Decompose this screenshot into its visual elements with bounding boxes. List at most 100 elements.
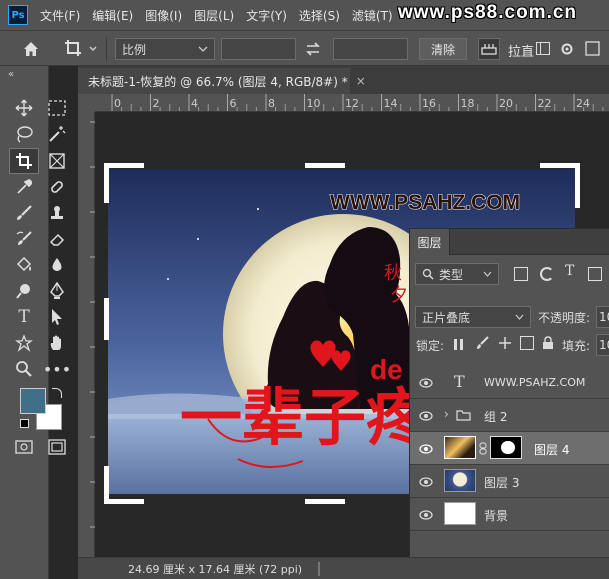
visibility-eye-icon[interactable] bbox=[419, 477, 433, 487]
clear-button[interactable]: 清除 bbox=[419, 38, 467, 60]
layer-name[interactable]: 背景 bbox=[484, 507, 508, 524]
width-field[interactable] bbox=[221, 38, 296, 60]
swap-icon[interactable] bbox=[303, 40, 323, 58]
healing-brush-icon[interactable] bbox=[46, 176, 68, 198]
menu-edit[interactable]: 编辑(E) bbox=[86, 7, 139, 24]
link-icon[interactable] bbox=[479, 442, 487, 455]
delete-cropped-checkbox[interactable] bbox=[582, 39, 604, 59]
move-tool-icon[interactable] bbox=[13, 97, 35, 119]
hand-tool-icon[interactable] bbox=[46, 332, 68, 354]
height-field[interactable] bbox=[333, 38, 408, 60]
clone-stamp-icon[interactable] bbox=[46, 202, 68, 224]
zoom-tool-icon[interactable] bbox=[13, 358, 35, 380]
lock-all-icon[interactable] bbox=[542, 336, 554, 350]
expand-group-icon[interactable]: › bbox=[444, 407, 449, 421]
eyedropper-tool-icon[interactable] bbox=[13, 176, 35, 198]
artwork-title-text: 一辈子疼 bbox=[180, 381, 429, 454]
layer-row-group[interactable]: › 组 2 bbox=[410, 399, 609, 432]
ruler-label: 0 bbox=[114, 97, 121, 110]
layer-thumbnail[interactable] bbox=[444, 436, 476, 459]
collapse-panel-icon[interactable]: « bbox=[8, 69, 14, 80]
edit-toolbar-icon[interactable] bbox=[13, 436, 35, 458]
home-icon[interactable] bbox=[20, 38, 42, 60]
marquee-tool-icon[interactable] bbox=[46, 97, 68, 119]
history-brush-icon[interactable] bbox=[13, 228, 35, 250]
layer-name[interactable]: 组 2 bbox=[484, 408, 507, 425]
layer-row-selected[interactable]: 图层 4 bbox=[410, 432, 609, 465]
close-tab-icon[interactable]: × bbox=[356, 74, 366, 88]
type-tool-icon[interactable]: T bbox=[13, 306, 35, 328]
dodge-tool-icon[interactable] bbox=[13, 280, 35, 302]
visibility-eye-icon[interactable] bbox=[419, 444, 433, 454]
crop-tool-icon[interactable] bbox=[9, 148, 39, 174]
fill-field[interactable]: 10 bbox=[596, 334, 609, 356]
menu-filter[interactable]: 滤镜(T) bbox=[346, 7, 399, 24]
menu-select[interactable]: 选择(S) bbox=[293, 7, 346, 24]
layer-thumbnail[interactable] bbox=[444, 469, 476, 492]
shape-tool-icon[interactable] bbox=[13, 332, 35, 354]
crop-handle-left-middle[interactable] bbox=[104, 298, 109, 340]
status-bar: 24.69 厘米 x 17.64 厘米 (72 ppi) bbox=[78, 557, 609, 579]
more-tools-icon[interactable]: ••• bbox=[43, 358, 71, 380]
lock-image-icon[interactable] bbox=[476, 336, 490, 350]
lock-transparent-icon[interactable] bbox=[454, 339, 465, 350]
visibility-eye-icon[interactable] bbox=[419, 378, 433, 388]
paint-bucket-icon[interactable] bbox=[13, 254, 35, 276]
crop-tool-preset-icon[interactable] bbox=[62, 37, 100, 61]
filter-pixel-icon[interactable] bbox=[514, 267, 528, 281]
menu-type[interactable]: 文字(Y) bbox=[240, 7, 293, 24]
horizontal-ruler: 0 2 4 6 8 10 12 14 16 18 20 22 24 bbox=[95, 94, 609, 112]
crop-handle-bottom-middle[interactable] bbox=[305, 499, 345, 504]
frame-tool-icon[interactable] bbox=[46, 150, 68, 172]
lasso-tool-icon[interactable] bbox=[13, 123, 35, 145]
folder-icon bbox=[456, 410, 471, 421]
crop-handle-top-right[interactable] bbox=[540, 163, 580, 168]
layer-filter-select[interactable]: 类型 bbox=[415, 263, 499, 285]
vertical-poem-text: 秋 bbox=[384, 263, 402, 284]
brush-tool-icon[interactable] bbox=[13, 202, 35, 224]
menu-file[interactable]: 文件(F) bbox=[34, 7, 86, 24]
lock-position-icon[interactable] bbox=[498, 336, 512, 350]
layers-panel-tab[interactable]: 图层 bbox=[410, 229, 450, 255]
layer-name[interactable]: 图层 4 bbox=[534, 441, 569, 458]
filter-type-icon[interactable]: T bbox=[565, 263, 574, 279]
blur-tool-icon[interactable] bbox=[46, 254, 68, 276]
layer-name[interactable]: 图层 3 bbox=[484, 474, 519, 491]
menu-layer[interactable]: 图层(L) bbox=[188, 7, 240, 24]
chevron-down-icon bbox=[198, 46, 208, 52]
magic-wand-icon[interactable] bbox=[46, 123, 68, 145]
screen-mode-icon[interactable] bbox=[46, 436, 68, 458]
straighten-icon[interactable] bbox=[478, 38, 500, 60]
crop-handle-top-middle[interactable] bbox=[305, 163, 345, 168]
filter-adjustment-icon[interactable] bbox=[540, 267, 554, 281]
chevron-down-icon bbox=[515, 314, 524, 320]
crop-handle-bottom-left[interactable] bbox=[104, 499, 144, 504]
document-tab[interactable]: 未标题-1-恢复的 @ 66.7% (图层 4, RGB/8#) * × bbox=[78, 68, 366, 94]
crop-handle-top-left[interactable] bbox=[104, 163, 144, 168]
pen-tool-icon[interactable] bbox=[46, 280, 68, 302]
lock-artboard-icon[interactable] bbox=[520, 336, 534, 350]
opacity-field[interactable]: 10 bbox=[596, 306, 609, 328]
layer-row-background[interactable]: 背景 bbox=[410, 498, 609, 531]
foreground-color-swatch[interactable] bbox=[20, 388, 46, 414]
settings-gear-icon[interactable] bbox=[558, 39, 576, 59]
blend-mode-select[interactable]: 正片叠底 bbox=[415, 306, 531, 328]
crop-handle-top-right-v[interactable] bbox=[575, 163, 580, 208]
layer-mask-thumbnail[interactable] bbox=[490, 436, 522, 459]
visibility-eye-icon[interactable] bbox=[419, 510, 433, 520]
layer-thumbnail[interactable] bbox=[444, 502, 476, 525]
default-colors-icon[interactable] bbox=[20, 419, 29, 428]
path-selection-icon[interactable] bbox=[46, 306, 68, 328]
menu-image[interactable]: 图像(I) bbox=[139, 7, 188, 24]
layer-name[interactable]: WWW.PSAHZ.COM bbox=[484, 376, 585, 389]
crop-handle-top-left-v[interactable] bbox=[104, 163, 109, 203]
grid-overlay-icon[interactable] bbox=[536, 42, 550, 55]
search-icon bbox=[422, 268, 434, 280]
layer-row-image[interactable]: 图层 3 bbox=[410, 465, 609, 498]
visibility-eye-icon[interactable] bbox=[419, 411, 433, 421]
layer-row-text[interactable]: T WWW.PSAHZ.COM bbox=[410, 366, 609, 399]
filter-shape-icon[interactable] bbox=[588, 267, 602, 281]
eraser-tool-icon[interactable] bbox=[46, 228, 68, 250]
swap-colors-icon[interactable] bbox=[52, 388, 62, 398]
ratio-select[interactable]: 比例 bbox=[115, 38, 215, 60]
